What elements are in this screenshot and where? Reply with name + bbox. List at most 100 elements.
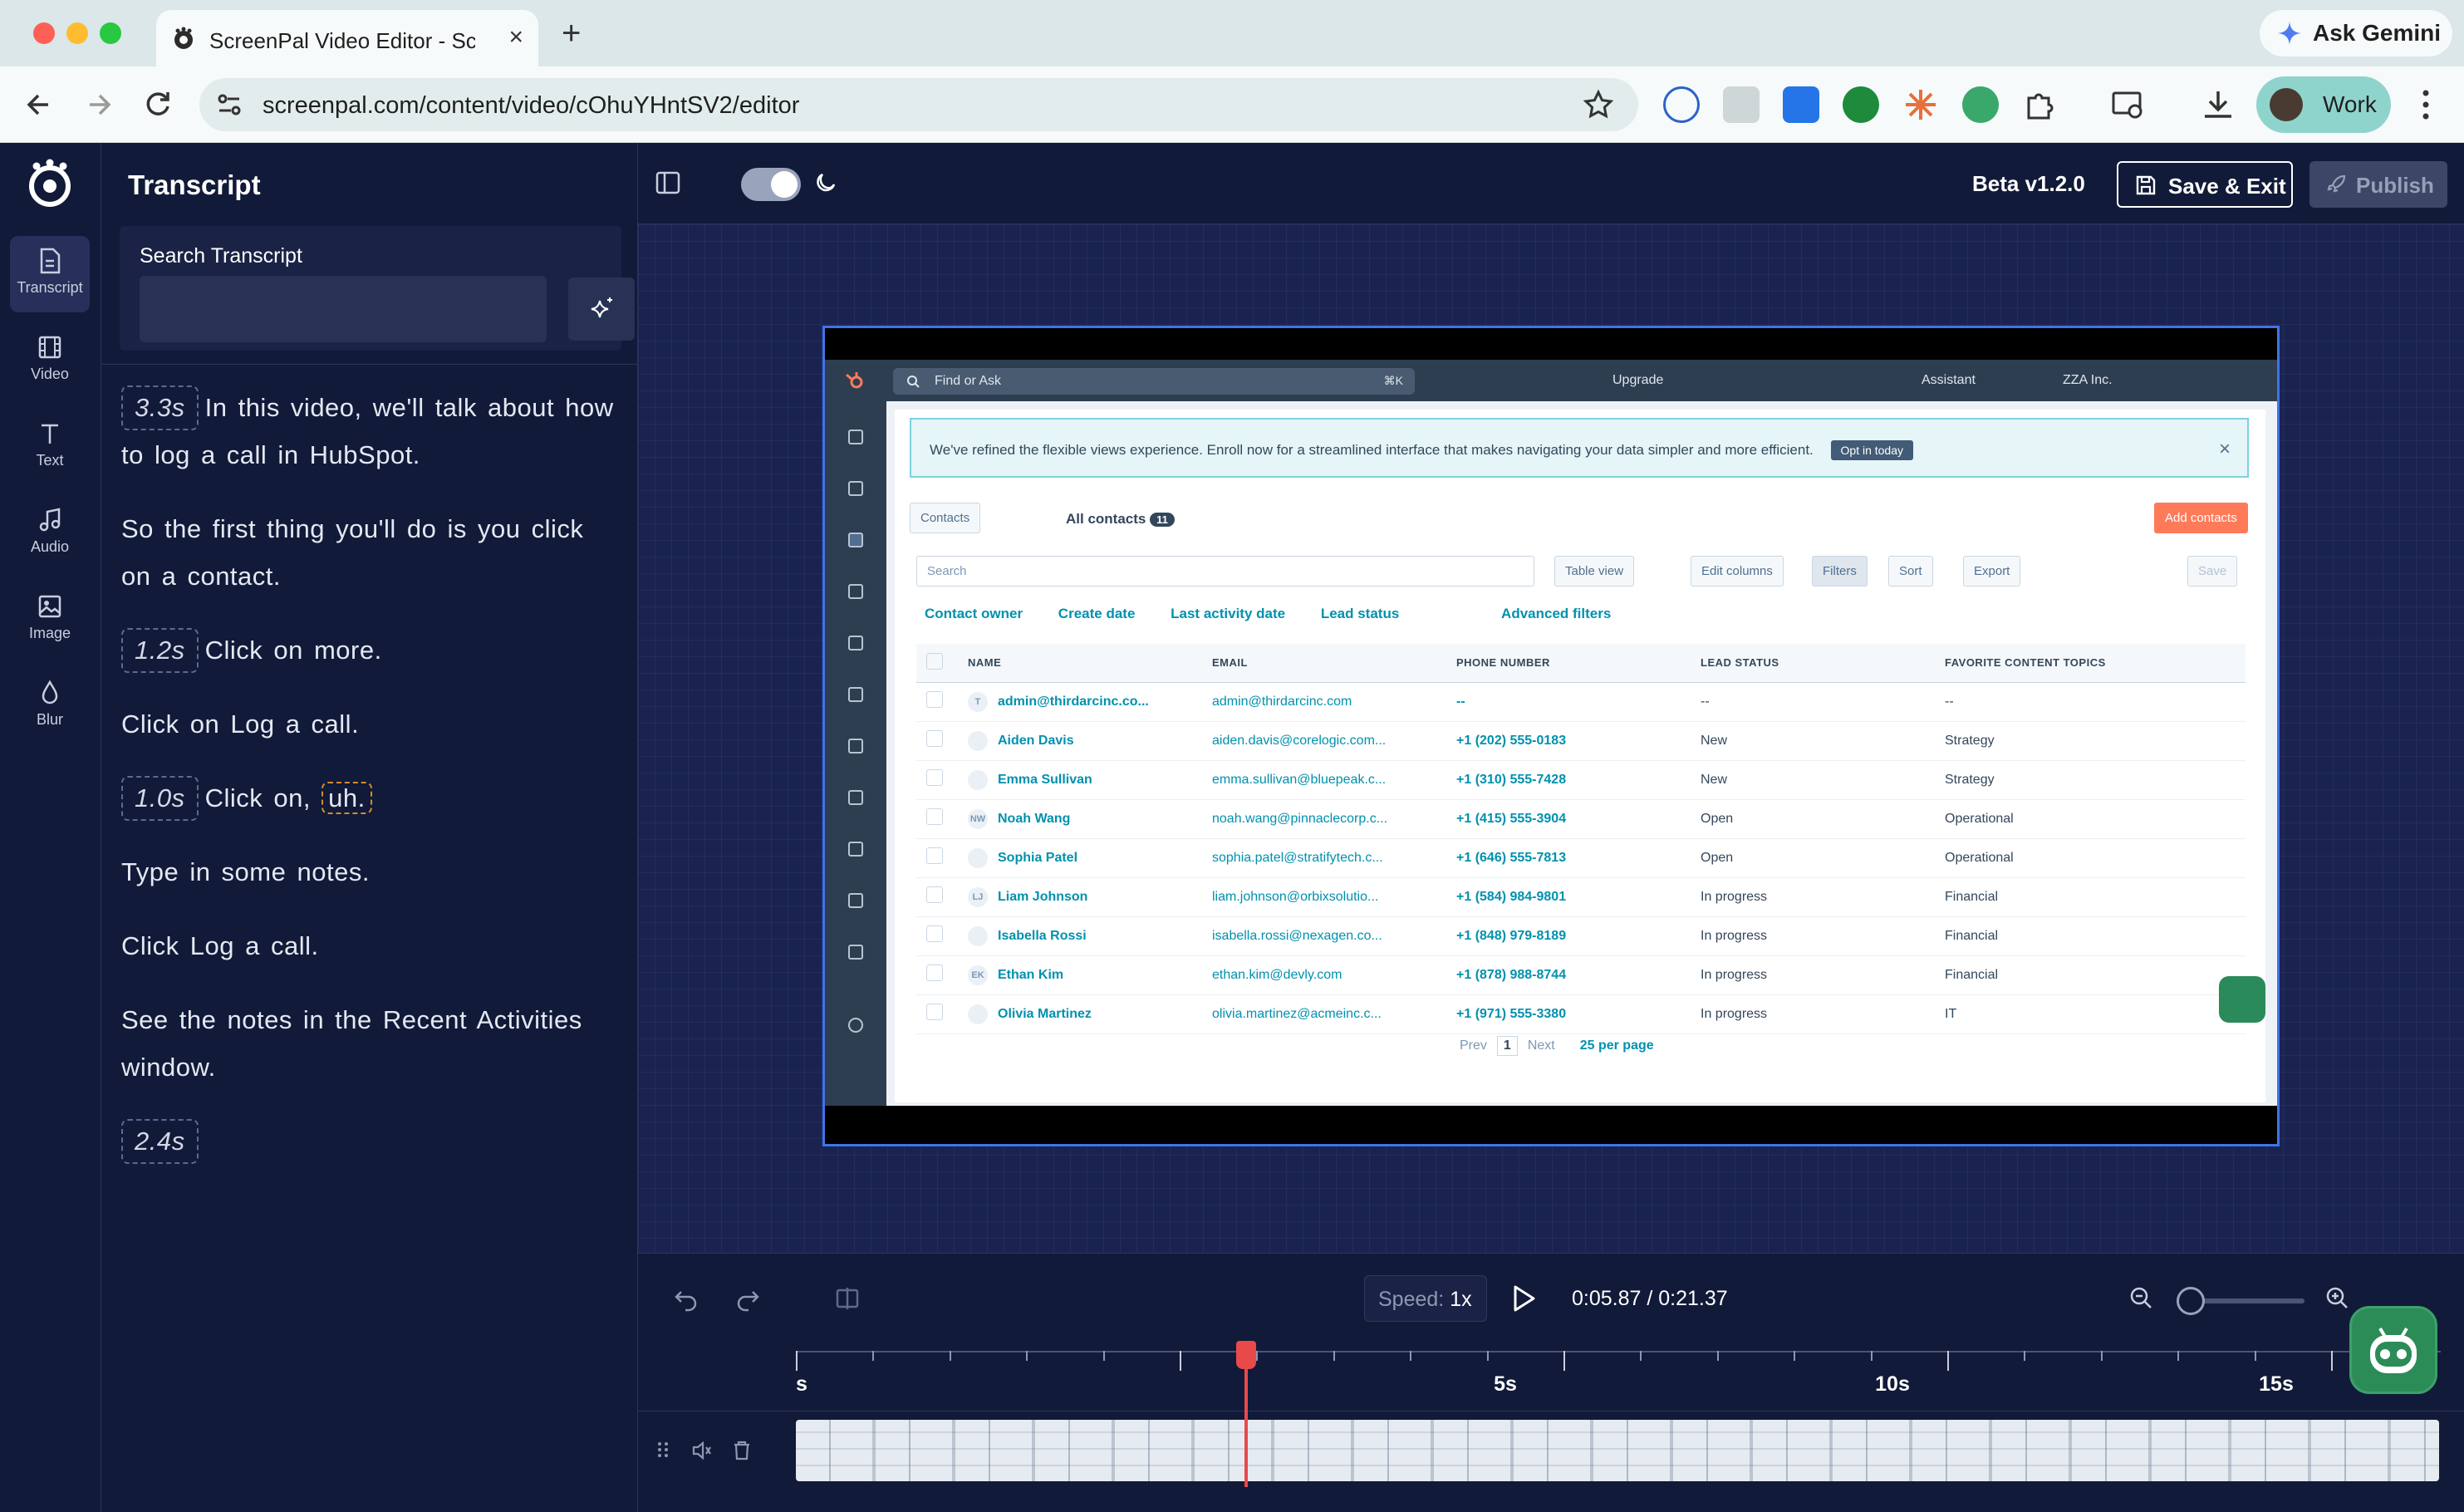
banner-opt-in: Opt in today bbox=[1830, 440, 1914, 460]
tab-close-icon[interactable]: × bbox=[508, 23, 523, 52]
pause-marker[interactable]: 3.3s bbox=[121, 385, 199, 430]
back-arrow-icon[interactable] bbox=[18, 85, 58, 125]
publish-button[interactable]: Publish bbox=[2309, 161, 2447, 208]
save-exit-button[interactable]: Save & Exit bbox=[2117, 161, 2293, 208]
transcript-segment[interactable]: Click Log a call. bbox=[121, 922, 620, 970]
ask-gemini-button[interactable]: Ask Gemini bbox=[2260, 10, 2452, 56]
contact-phone: +1 (310) 555-7428 bbox=[1446, 760, 1691, 800]
filter-contact-owner: Contact owner bbox=[925, 606, 1023, 621]
zoom-slider-handle[interactable] bbox=[2177, 1287, 2205, 1315]
green-circle-extension-icon[interactable] bbox=[1843, 86, 1879, 123]
rail-item-text[interactable]: Text bbox=[10, 409, 90, 485]
password-manager-extension-icon[interactable] bbox=[1663, 86, 1700, 123]
table-header-row: NAME EMAIL PHONE NUMBER LEAD STATUS FAVO… bbox=[916, 644, 2246, 683]
browser-tab[interactable]: ScreenPal Video Editor - Scre × bbox=[156, 10, 538, 66]
rail-item-transcript[interactable]: Transcript bbox=[10, 236, 90, 312]
search-transcript-input[interactable] bbox=[140, 276, 547, 342]
zoom-in-icon[interactable] bbox=[2324, 1285, 2349, 1310]
hubspot-assistant: Assistant bbox=[1922, 373, 1976, 387]
screenpal-logo-icon[interactable] bbox=[25, 158, 75, 208]
split-clip-icon[interactable] bbox=[834, 1285, 861, 1312]
reports-icon bbox=[848, 945, 863, 960]
row-checkbox bbox=[916, 799, 958, 839]
claude-extension-icon[interactable] bbox=[1902, 86, 1939, 123]
mute-track-icon[interactable] bbox=[691, 1440, 713, 1461]
pause-marker[interactable]: 2.4s bbox=[121, 1119, 199, 1164]
play-icon[interactable] bbox=[1509, 1284, 1537, 1313]
pause-marker[interactable]: 1.0s bbox=[121, 776, 199, 821]
transcript-segment[interactable]: See the notes in the Recent Activities w… bbox=[121, 996, 620, 1091]
site-settings-icon[interactable] bbox=[214, 90, 244, 120]
profile-chip[interactable]: Work bbox=[2256, 76, 2391, 133]
reload-icon[interactable] bbox=[138, 85, 178, 125]
rail-item-blur[interactable]: Blur bbox=[10, 668, 90, 744]
minimize-window-button[interactable] bbox=[66, 22, 88, 44]
puzzle-extensions-icon[interactable] bbox=[2022, 86, 2059, 123]
redo-icon[interactable] bbox=[734, 1285, 761, 1312]
pause-marker[interactable]: 1.2s bbox=[121, 628, 199, 673]
transcript-segment[interactable]: 1.2s Click on more. bbox=[121, 626, 620, 674]
rail-item-audio[interactable]: Audio bbox=[10, 495, 90, 572]
hubspot-search-placeholder: Find or Ask bbox=[935, 374, 1002, 388]
snowflake-extension-icon[interactable] bbox=[1783, 86, 1819, 123]
video-preview[interactable]: Find or Ask ⌘K Upgrade Assistant ZZA Inc… bbox=[822, 326, 2280, 1146]
save-exit-label: Save & Exit bbox=[2168, 174, 2286, 199]
hubspot-banner: We've refined the flexible views experie… bbox=[910, 418, 2249, 478]
timeline-ruler[interactable]: s 5s 10s 15s 20s bbox=[638, 1344, 2464, 1411]
contact-lead-status: Open bbox=[1691, 799, 1935, 839]
transcript-segment[interactable]: So the first thing you'll do is you clic… bbox=[121, 505, 620, 600]
contact-name: EK Ethan Kim bbox=[958, 955, 1202, 995]
speed-selector[interactable]: Speed: 1x bbox=[1364, 1275, 1487, 1322]
new-tab-icon[interactable]: + bbox=[562, 15, 581, 52]
undo-icon[interactable] bbox=[673, 1285, 699, 1312]
rail-item-image[interactable]: Image bbox=[10, 582, 90, 658]
zoom-out-icon[interactable] bbox=[2128, 1285, 2153, 1310]
transcript-segment[interactable]: Click on Log a call. bbox=[121, 700, 620, 748]
browser-menu-icon[interactable] bbox=[2417, 86, 2434, 123]
video-clip[interactable] bbox=[796, 1420, 2439, 1481]
playback-bar: Speed: 1x 0:05.87 / 0:21.37 bbox=[638, 1253, 2464, 1344]
zoom-slider-track[interactable] bbox=[2188, 1298, 2304, 1303]
hubspot-sidebar bbox=[825, 401, 886, 1106]
maximize-window-button[interactable] bbox=[100, 22, 121, 44]
trash-icon[interactable] bbox=[731, 1440, 753, 1461]
image-icon bbox=[38, 595, 61, 618]
download-icon[interactable] bbox=[2200, 86, 2236, 123]
divider bbox=[101, 364, 638, 365]
segment-text: See the notes in the Recent Activities w… bbox=[121, 1005, 582, 1082]
grid-extension-icon[interactable] bbox=[1723, 86, 1760, 123]
contact-lead-status: New bbox=[1691, 760, 1935, 800]
cast-media-icon[interactable] bbox=[2110, 86, 2147, 123]
video-track bbox=[638, 1411, 2464, 1512]
robot-assistant-button[interactable] bbox=[2349, 1306, 2437, 1394]
contact-name: Tadmin@thirdarcinc.co... bbox=[958, 682, 1202, 722]
close-window-button[interactable] bbox=[33, 22, 55, 44]
tool-rail: Transcript Video Text Audio Image Blur bbox=[0, 143, 101, 1512]
row-checkbox bbox=[916, 955, 958, 995]
contact-phone: +1 (878) 988-8744 bbox=[1446, 955, 1691, 995]
dark-mode-toggle[interactable] bbox=[741, 168, 801, 201]
screenpal-favicon-icon bbox=[174, 27, 193, 49]
bookmark-star-icon[interactable] bbox=[1582, 88, 1615, 121]
contact-topic: Strategy bbox=[1935, 760, 2246, 800]
robot-extension-icon[interactable] bbox=[1962, 86, 1999, 123]
ai-search-button[interactable] bbox=[568, 277, 635, 341]
transcript-segment[interactable]: Type in some notes. bbox=[121, 848, 620, 896]
filler-word-highlight[interactable]: uh. bbox=[321, 782, 372, 814]
transcript-segment[interactable]: 2.4s bbox=[121, 1117, 620, 1165]
table-row: Sophia Patel sophia.patel@stratifytech.c.… bbox=[916, 838, 2246, 878]
contact-topic: Financial bbox=[1935, 955, 2246, 995]
contact-lead-status: In progress bbox=[1691, 994, 1935, 1034]
hubspot-upgrade: Upgrade bbox=[1612, 373, 1664, 387]
address-bar[interactable]: screenpal.com/content/video/cOhuYHntSV2/… bbox=[199, 78, 1638, 131]
sidebar-toggle-icon[interactable] bbox=[655, 169, 681, 196]
rail-item-video[interactable]: Video bbox=[10, 322, 90, 399]
transcript-segment[interactable]: 3.3s In this video, we'll talk about how … bbox=[121, 384, 620, 479]
transcript-segment[interactable]: 1.0s Click on, uh. bbox=[121, 774, 620, 822]
drag-handle-icon[interactable] bbox=[655, 1440, 671, 1460]
forward-arrow-icon[interactable] bbox=[80, 85, 120, 125]
playhead-line[interactable] bbox=[1244, 1344, 1249, 1487]
header-checkbox bbox=[916, 644, 958, 683]
tab-label: All contacts bbox=[1066, 511, 1146, 527]
contact-email: ethan.kim@devly.com bbox=[1202, 955, 1446, 995]
